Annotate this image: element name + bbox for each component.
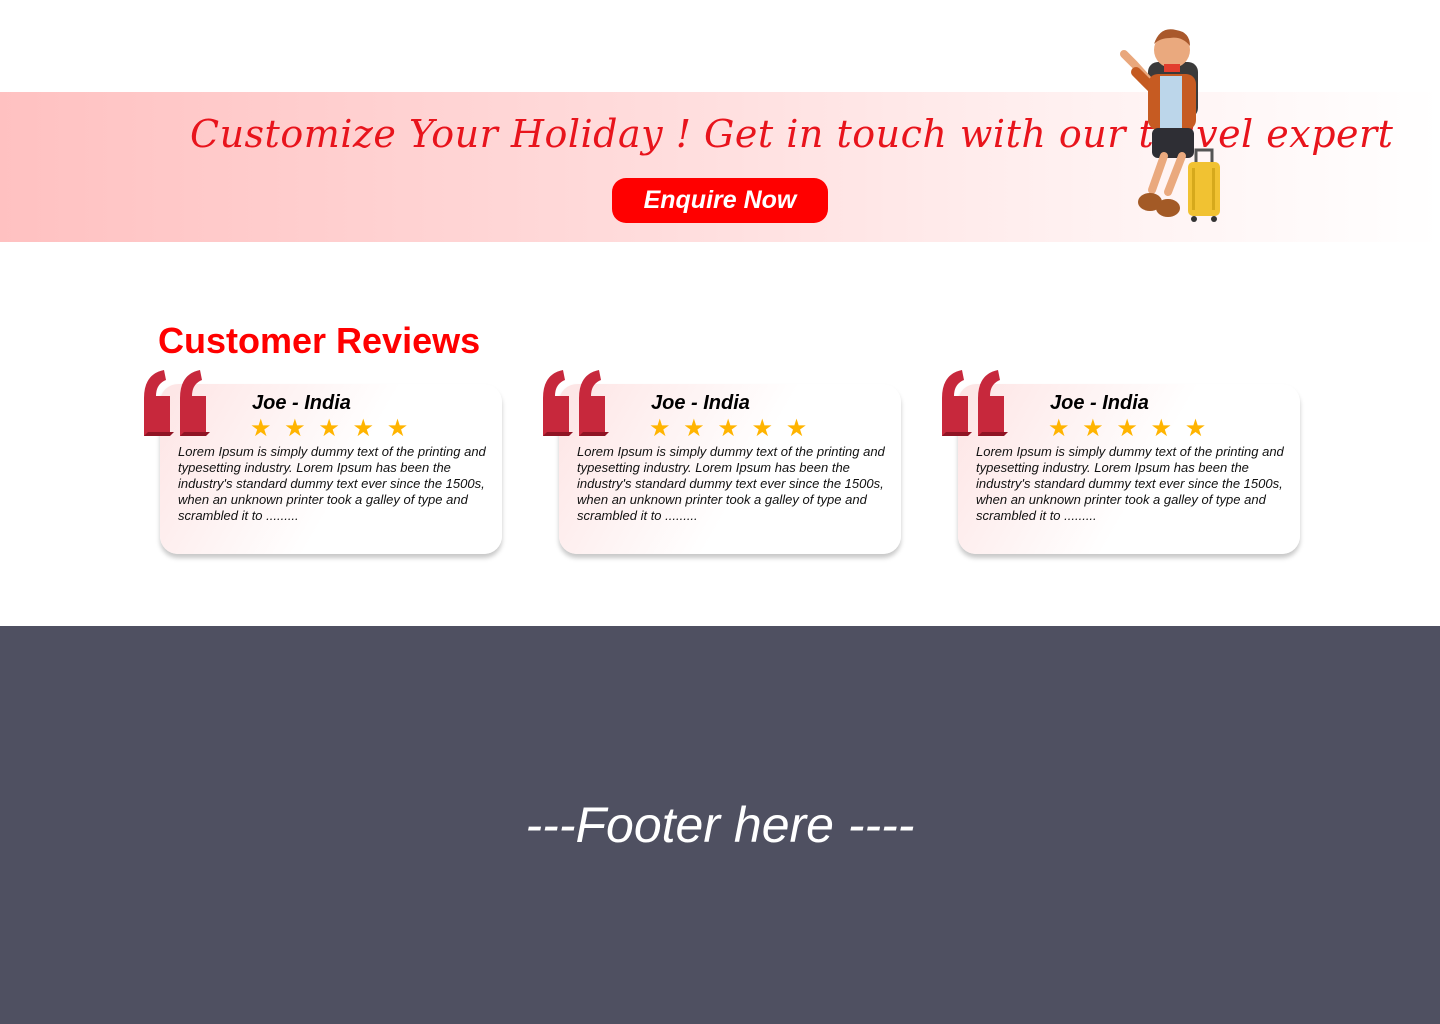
star-rating: ★ ★ ★ ★ ★	[649, 415, 811, 442]
reviewer-name: Joe - India	[252, 392, 351, 414]
banner-title: Customize Your Holiday ! Get in touch wi…	[190, 112, 1394, 156]
review-text: Lorem Ipsum is simply dummy text of the …	[178, 444, 486, 523]
customer-reviews-heading: Customer Reviews	[158, 320, 481, 361]
reviewer-name: Joe - India	[651, 392, 750, 414]
quote-mark-icon	[543, 370, 609, 436]
quote-mark-icon	[144, 370, 210, 436]
quote-mark-icon	[942, 370, 1008, 436]
traveler-illustration	[1120, 29, 1220, 222]
review-text: Lorem Ipsum is simply dummy text of the …	[976, 444, 1284, 523]
star-rating: ★ ★ ★ ★ ★	[1048, 415, 1210, 442]
review-text: Lorem Ipsum is simply dummy text of the …	[577, 444, 885, 523]
star-rating: ★ ★ ★ ★ ★	[250, 415, 412, 442]
reviewer-name: Joe - India	[1050, 392, 1149, 414]
enquire-now-button[interactable]: Enquire Now	[612, 178, 828, 223]
footer-placeholder-text: ---Footer here ----	[525, 797, 915, 853]
